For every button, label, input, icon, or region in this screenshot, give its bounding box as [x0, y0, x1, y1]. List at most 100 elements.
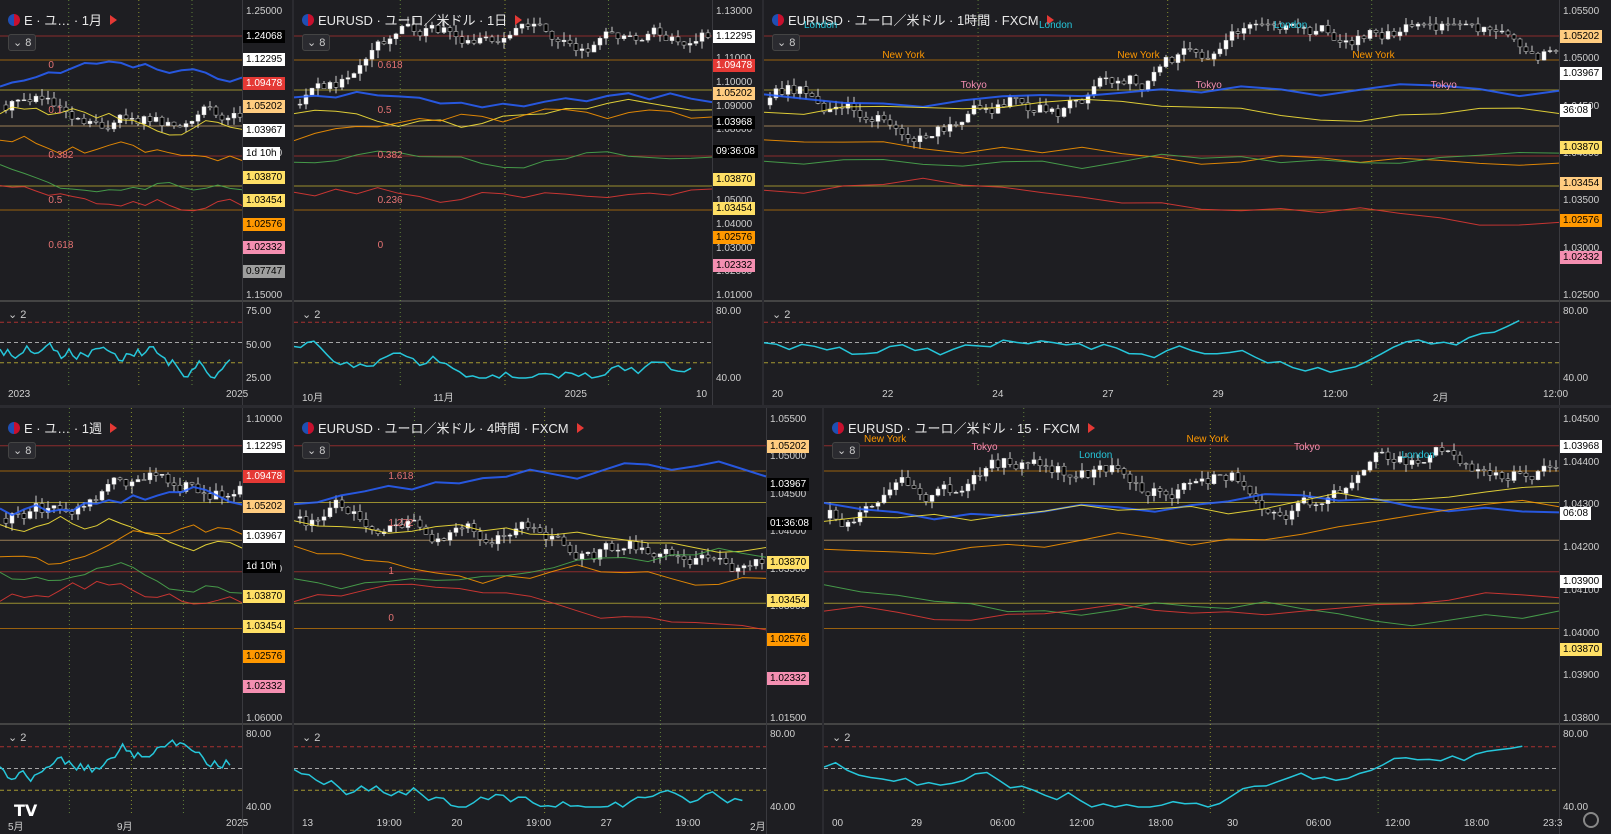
gear-icon[interactable] — [1583, 812, 1599, 828]
candle — [917, 128, 923, 149]
chart-pane-monthly[interactable]: E · ユ… · 1月⌄ 8⌄ 21.250001.200001.1500075… — [0, 0, 292, 405]
candle — [87, 498, 93, 512]
candle — [1517, 37, 1523, 55]
candle — [845, 96, 851, 115]
candle — [195, 477, 201, 494]
candle — [1343, 486, 1349, 500]
candle — [803, 80, 809, 100]
candle — [1259, 17, 1265, 27]
candle — [597, 548, 603, 566]
indicators-toggle-button[interactable]: ⌄ 8 — [302, 442, 331, 459]
chart-svg[interactable] — [294, 408, 822, 834]
flag-marker-icon[interactable] — [110, 14, 118, 25]
candle — [93, 495, 99, 503]
tradingview-logo: TV — [14, 801, 38, 820]
candle — [1247, 485, 1253, 498]
candle — [845, 520, 851, 532]
candle — [881, 487, 887, 505]
candle — [651, 552, 657, 563]
candle — [1313, 501, 1319, 512]
candle — [597, 36, 603, 50]
chart-title[interactable]: E · ユ… · 1月 — [8, 10, 118, 29]
price-level-label: 1.02332 — [1560, 251, 1603, 265]
moving-average-line — [0, 515, 243, 552]
candle — [1367, 28, 1373, 41]
candle — [1229, 24, 1235, 47]
chart-pane-hourly[interactable]: EURUSD · ユーロ／米ドル · 1時間 · FXCM ⌄ 8 ⌄ 2 1.055… — [764, 0, 1611, 405]
time-axis-label: 11月 — [433, 393, 454, 404]
chart-title[interactable]: EURUSD · ユーロ／米ドル · 1日 — [302, 10, 523, 29]
candle — [561, 534, 567, 547]
candle — [213, 483, 219, 500]
indicators-toggle-button[interactable]: ⌄ 8 — [8, 34, 37, 51]
price-level-label: 1d 10h — [243, 559, 280, 573]
candle — [675, 550, 681, 564]
chart-pane-15min[interactable]: EURUSD · ユーロ／米ドル · 15 · FXCM ⌄ 8 ⌄ 2 1.0450… — [824, 408, 1611, 834]
oscillator-toggle-button[interactable]: ⌄ 2 — [772, 308, 790, 321]
oscillator-toggle-button[interactable]: ⌄ 2 — [832, 731, 850, 744]
candle — [759, 552, 765, 570]
candle — [1193, 48, 1199, 58]
candle — [525, 18, 531, 30]
candle — [1019, 97, 1025, 105]
candle — [609, 540, 615, 552]
indicators-toggle-button[interactable]: ⌄ 8 — [8, 442, 37, 459]
chart-svg[interactable] — [824, 408, 1611, 834]
candle — [57, 501, 63, 514]
rsi-line — [764, 319, 1520, 373]
flag-marker-icon[interactable] — [515, 14, 523, 25]
oscillator-toggle-button[interactable]: ⌄ 2 — [8, 308, 26, 321]
oscillator-toggle-button[interactable]: ⌄ 2 — [8, 731, 26, 744]
symbol-title: EURUSD · ユーロ／米ドル · 4時間 · FXCM — [318, 421, 569, 436]
candle — [201, 485, 207, 502]
price-level-label: 06:08 — [1560, 507, 1592, 521]
candle — [531, 17, 537, 34]
candle — [887, 482, 893, 499]
candle — [459, 30, 465, 48]
chart-title[interactable]: EURUSD · ユーロ／米ドル · 4時間 · FXCM — [302, 418, 584, 437]
chart-title[interactable]: E · ユ… · 1週 — [8, 418, 118, 437]
session-label: London — [1401, 450, 1435, 461]
candle — [839, 513, 845, 528]
candle — [1001, 98, 1007, 108]
chart-pane-daily[interactable]: EURUSD · ユーロ／米ドル · 1日⌄ 8⌄ 21.130001.1200… — [294, 0, 762, 405]
flag-marker-icon[interactable] — [576, 422, 584, 433]
price-axis-label: 1.01000 — [716, 290, 753, 301]
chart-pane-weekly[interactable]: E · ユ… · 1週⌄ 8⌄ 21.100001.080001.0600080… — [0, 408, 292, 834]
candle — [477, 32, 483, 45]
indicators-toggle-button[interactable]: ⌄ 8 — [302, 34, 331, 51]
candle — [21, 92, 27, 102]
oscillator-toggle-button[interactable]: ⌄ 2 — [302, 731, 320, 744]
indicators-toggle-button[interactable]: ⌄ 8 — [832, 442, 861, 459]
candle — [531, 523, 537, 533]
time-axis-label: 27 — [600, 818, 612, 829]
session-label: London — [1079, 450, 1113, 461]
oscillator-axis-label: 80.00 — [246, 729, 272, 740]
candle — [681, 549, 687, 568]
candle — [1067, 474, 1073, 485]
candle — [543, 23, 549, 33]
oscillator-axis-label: 80.00 — [1563, 729, 1589, 740]
flag-marker-icon[interactable] — [1087, 422, 1095, 433]
price-level-label: 1.02576 — [767, 633, 810, 646]
candle — [537, 523, 543, 533]
oscillator-toggle-button[interactable]: ⌄ 2 — [302, 308, 320, 321]
candle — [1103, 465, 1109, 478]
price-level-label: 1.03968 — [713, 116, 756, 129]
candle — [1223, 33, 1229, 56]
indicators-toggle-button[interactable]: ⌄ 8 — [772, 34, 801, 51]
candle — [1391, 452, 1397, 470]
chart-pane-4hour[interactable]: EURUSD · ユーロ／米ドル · 4時間 · FXCM ⌄ 8 ⌄ 2 1.055… — [294, 408, 822, 834]
candle — [1319, 25, 1325, 33]
currency-flag-icon — [302, 421, 314, 434]
price-axis-label: 1.03900 — [1563, 670, 1600, 682]
fib-level-label: 0 — [388, 612, 394, 624]
candle — [501, 32, 507, 49]
time-axis-label: 2025 — [564, 389, 587, 400]
candle — [207, 486, 213, 504]
chart-svg[interactable] — [294, 0, 762, 405]
candle — [947, 477, 953, 496]
candle — [633, 535, 639, 554]
flag-marker-icon[interactable] — [110, 422, 118, 433]
session-label: London — [1274, 20, 1308, 31]
